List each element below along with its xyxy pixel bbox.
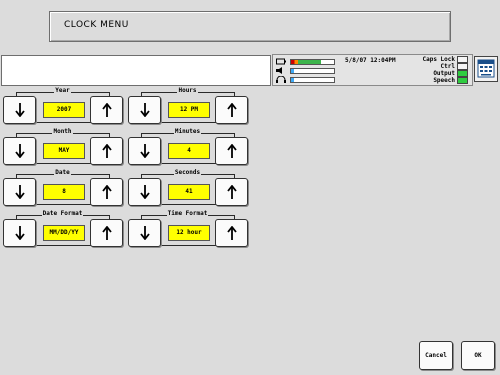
date-format-field: Date Format MM/DD/YY	[3, 210, 123, 247]
cancel-button[interactable]: Cancel	[419, 341, 453, 370]
minutes-decrement-button[interactable]	[128, 137, 161, 165]
seconds-decrement-button[interactable]	[128, 178, 161, 206]
minutes-increment-button[interactable]	[215, 137, 248, 165]
year-value: 2007	[43, 102, 85, 118]
output-led	[457, 70, 468, 77]
message-box	[1, 55, 271, 86]
date-field: Date 8	[3, 169, 123, 206]
arrow-down-icon	[14, 144, 25, 158]
hours-decrement-button[interactable]	[128, 96, 161, 124]
keyboard-icon	[477, 59, 495, 78]
year-field: Year 2007	[3, 87, 123, 124]
output-label: Output	[433, 70, 455, 77]
date-label: Date	[54, 169, 71, 176]
seconds-field: Seconds 41	[128, 169, 248, 206]
date-increment-button[interactable]	[90, 178, 123, 206]
time-format-value: 12 hour	[168, 225, 210, 241]
battery-icon	[276, 58, 286, 65]
arrow-down-icon	[139, 226, 150, 240]
headphones-icon	[276, 75, 286, 83]
minutes-label: Minutes	[173, 128, 202, 135]
hours-increment-button[interactable]	[215, 96, 248, 124]
minutes-field: Minutes 4	[128, 128, 248, 165]
arrow-down-icon	[14, 185, 25, 199]
arrow-up-icon	[226, 144, 237, 158]
arrow-up-icon	[101, 103, 112, 117]
caps-lock-indicator: Caps Lock	[422, 56, 468, 63]
speaker-icon	[276, 67, 286, 74]
speech-label: Speech	[433, 77, 455, 84]
month-value: MAY	[43, 143, 85, 159]
arrow-down-icon	[139, 144, 150, 158]
speaker-volume-meter[interactable]	[290, 68, 335, 74]
arrow-down-icon	[139, 185, 150, 199]
title-bar: CLOCK MENU	[49, 11, 451, 42]
arrow-up-icon	[226, 226, 237, 240]
arrow-up-icon	[226, 103, 237, 117]
ctrl-led	[457, 63, 468, 70]
month-decrement-button[interactable]	[3, 137, 36, 165]
seconds-value: 41	[168, 184, 210, 200]
date-value: 8	[43, 184, 85, 200]
ok-button[interactable]: OK	[461, 341, 495, 370]
caps-lock-label: Caps Lock	[422, 56, 455, 63]
seconds-increment-button[interactable]	[215, 178, 248, 206]
arrow-up-icon	[101, 185, 112, 199]
status-panel: 5/8/07 12:04PM Caps Lock Ctrl Output Spe…	[272, 54, 473, 86]
time-format-label: Time Format	[166, 210, 209, 217]
time-format-decrement-button[interactable]	[128, 219, 161, 247]
date-format-increment-button[interactable]	[90, 219, 123, 247]
battery-meter	[290, 59, 335, 65]
month-field: Month MAY	[3, 128, 123, 165]
year-increment-button[interactable]	[90, 96, 123, 124]
headphone-volume-fill	[291, 78, 294, 82]
month-label: Month	[52, 128, 73, 135]
hours-label: Hours	[177, 87, 198, 94]
hours-field: Hours 12 PM	[128, 87, 248, 124]
date-format-decrement-button[interactable]	[3, 219, 36, 247]
arrow-up-icon	[101, 144, 112, 158]
ctrl-label: Ctrl	[440, 63, 455, 70]
arrow-down-icon	[139, 103, 150, 117]
speaker-volume-fill	[291, 69, 294, 73]
speech-led	[457, 77, 468, 84]
keyboard-toggle-button[interactable]	[474, 56, 498, 82]
battery-meter-fill	[291, 60, 322, 64]
month-increment-button[interactable]	[90, 137, 123, 165]
arrow-up-icon	[101, 226, 112, 240]
caps-lock-led	[457, 56, 468, 63]
date-decrement-button[interactable]	[3, 178, 36, 206]
headphone-volume-meter[interactable]	[290, 77, 335, 83]
time-format-increment-button[interactable]	[215, 219, 248, 247]
page-title: CLOCK MENU	[64, 20, 129, 30]
minutes-value: 4	[168, 143, 210, 159]
year-label: Year	[54, 87, 71, 94]
year-decrement-button[interactable]	[3, 96, 36, 124]
arrow-down-icon	[14, 103, 25, 117]
arrow-down-icon	[14, 226, 25, 240]
hours-value: 12 PM	[168, 102, 210, 118]
status-datetime: 5/8/07 12:04PM	[345, 57, 396, 64]
date-format-value: MM/DD/YY	[43, 225, 85, 241]
time-format-field: Time Format 12 hour	[128, 210, 248, 247]
ctrl-indicator: Ctrl	[441, 63, 468, 70]
seconds-label: Seconds	[173, 169, 202, 176]
date-format-label: Date Format	[41, 210, 84, 217]
speech-indicator: Speech	[433, 77, 468, 84]
arrow-up-icon	[226, 185, 237, 199]
output-indicator: Output	[433, 70, 468, 77]
